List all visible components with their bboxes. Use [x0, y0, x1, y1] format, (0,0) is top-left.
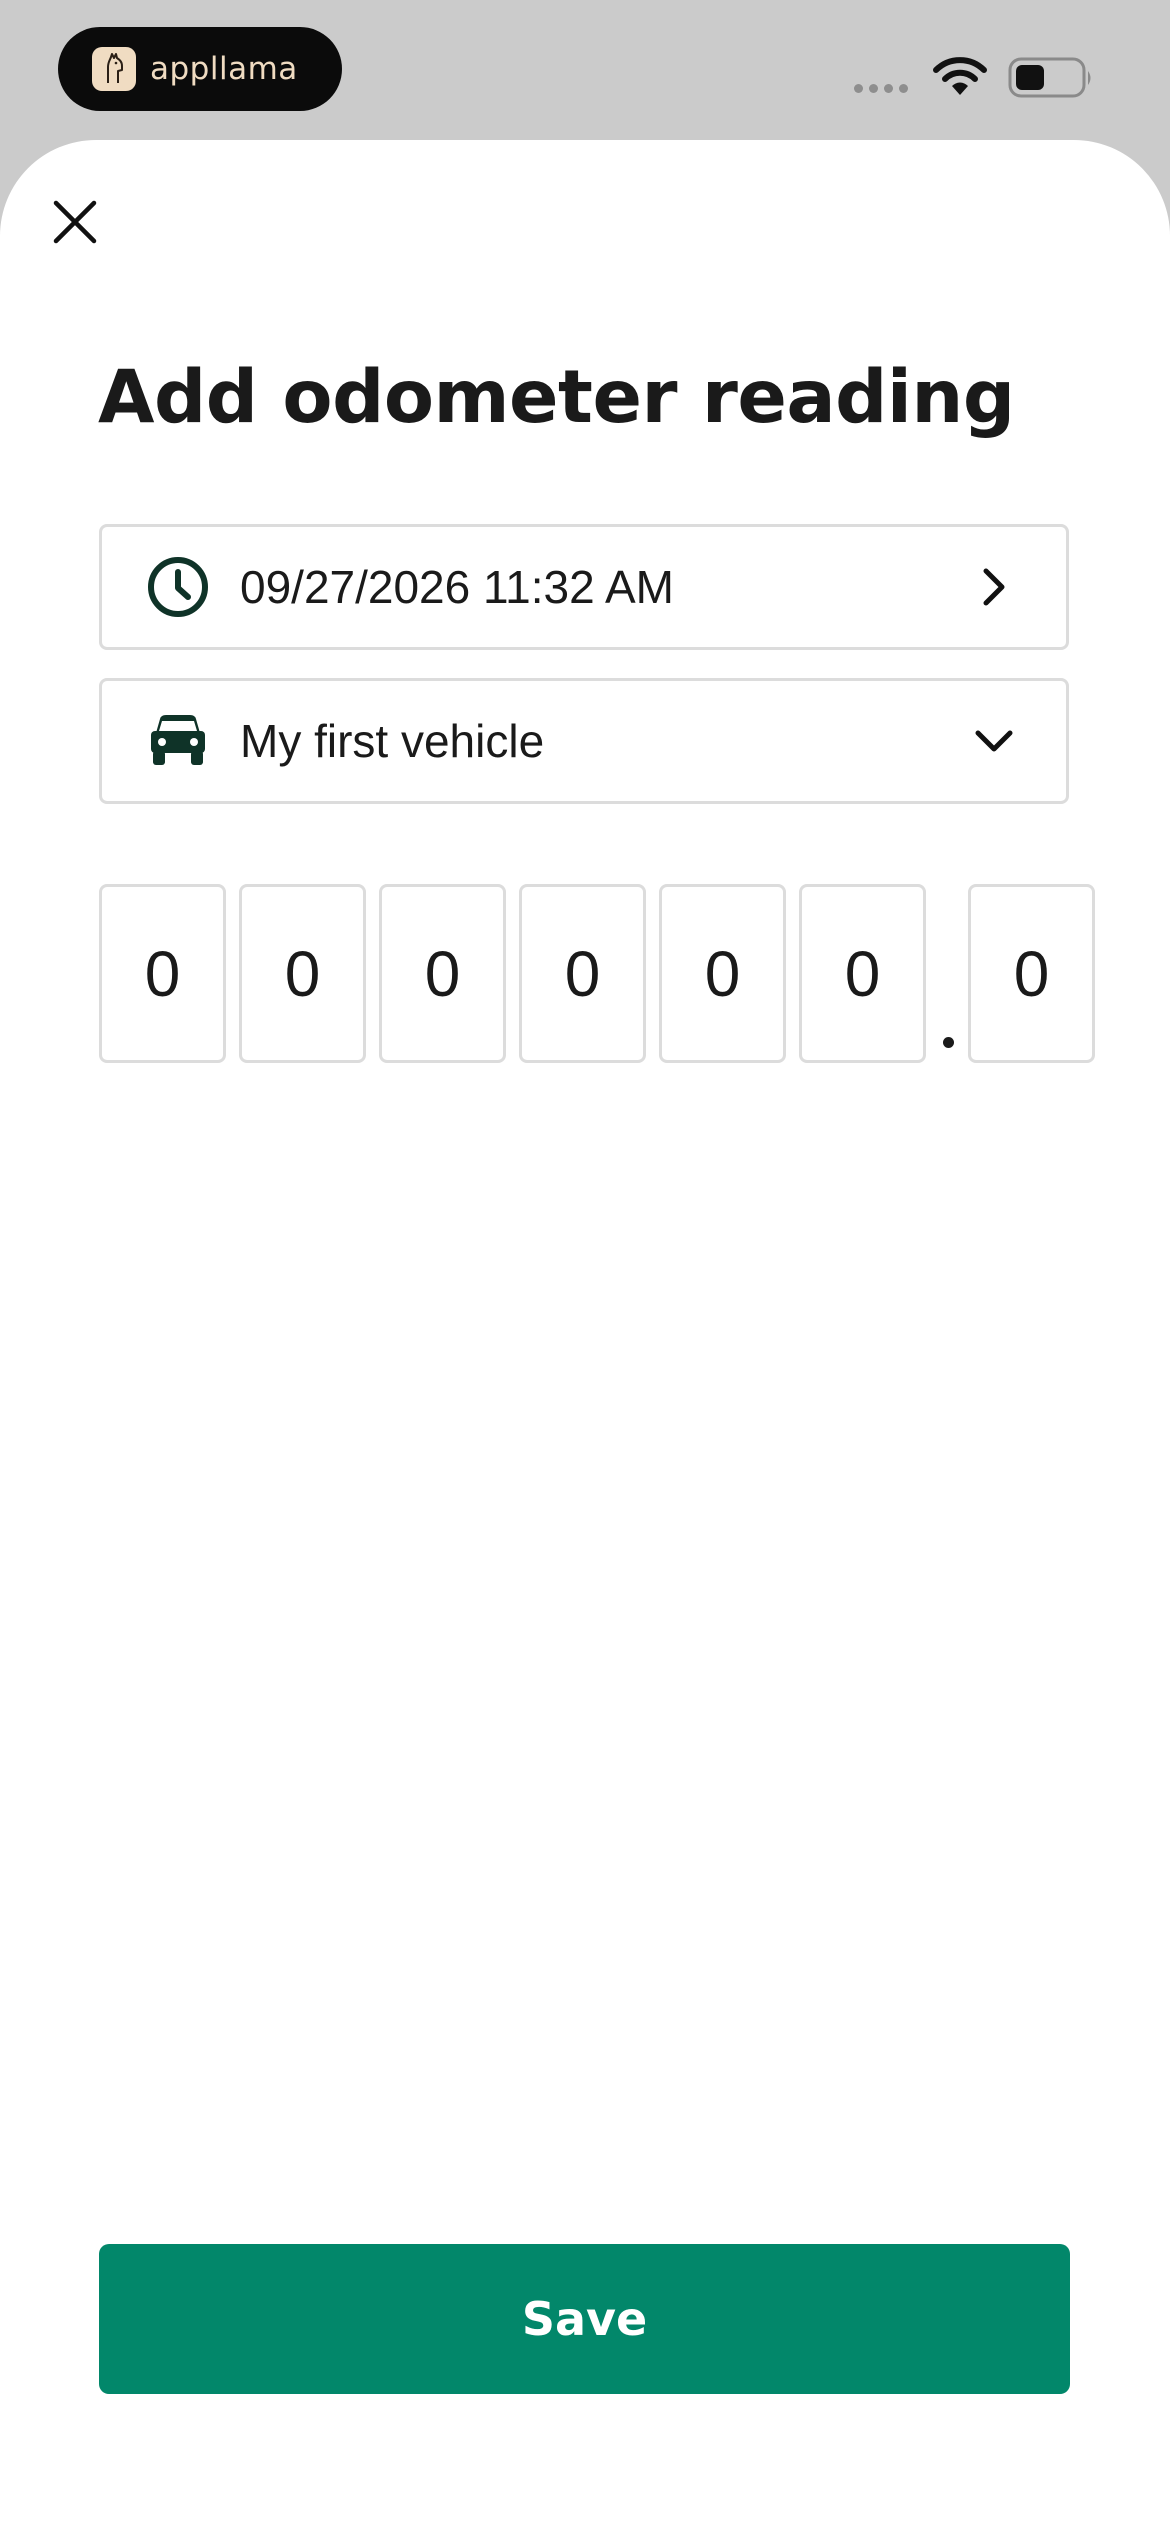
odometer-digit[interactable]: 0: [239, 884, 366, 1063]
odometer-digit[interactable]: 0: [379, 884, 506, 1063]
odometer-input: 0 0 0 0 0 0 0: [99, 884, 1099, 1064]
chevron-down-icon: [972, 719, 1016, 763]
vehicle-value: My first vehicle: [240, 715, 545, 767]
clock-icon: [146, 555, 210, 619]
car-icon: [146, 709, 210, 773]
odometer-digit[interactable]: 0: [659, 884, 786, 1063]
chevron-right-icon: [972, 565, 1016, 609]
close-button[interactable]: [46, 193, 104, 251]
decimal-point: [943, 1037, 954, 1048]
brand-name: appllama: [150, 51, 298, 87]
datetime-value: 09/27/2026 11:32 AM: [240, 561, 674, 613]
bottom-sheet: Add odometer reading 09/27/2026 11:32 AM: [0, 140, 1170, 2532]
odometer-digit[interactable]: 0: [99, 884, 226, 1063]
wifi-icon: [932, 55, 988, 101]
page-title: Add odometer reading: [98, 355, 1015, 440]
brand-pill: appllama: [58, 27, 342, 111]
odometer-digit[interactable]: 0: [799, 884, 926, 1063]
cellular-signal-icon: [854, 84, 908, 93]
close-icon: [53, 200, 97, 244]
status-bar: appllama: [0, 0, 1170, 140]
battery-icon: [1008, 57, 1094, 103]
vehicle-select[interactable]: My first vehicle: [99, 678, 1069, 804]
save-button[interactable]: Save: [99, 2244, 1070, 2394]
llama-logo-icon: [92, 47, 136, 91]
datetime-field[interactable]: 09/27/2026 11:32 AM: [99, 524, 1069, 650]
odometer-digit[interactable]: 0: [519, 884, 646, 1063]
odometer-decimal-digit[interactable]: 0: [968, 884, 1095, 1063]
